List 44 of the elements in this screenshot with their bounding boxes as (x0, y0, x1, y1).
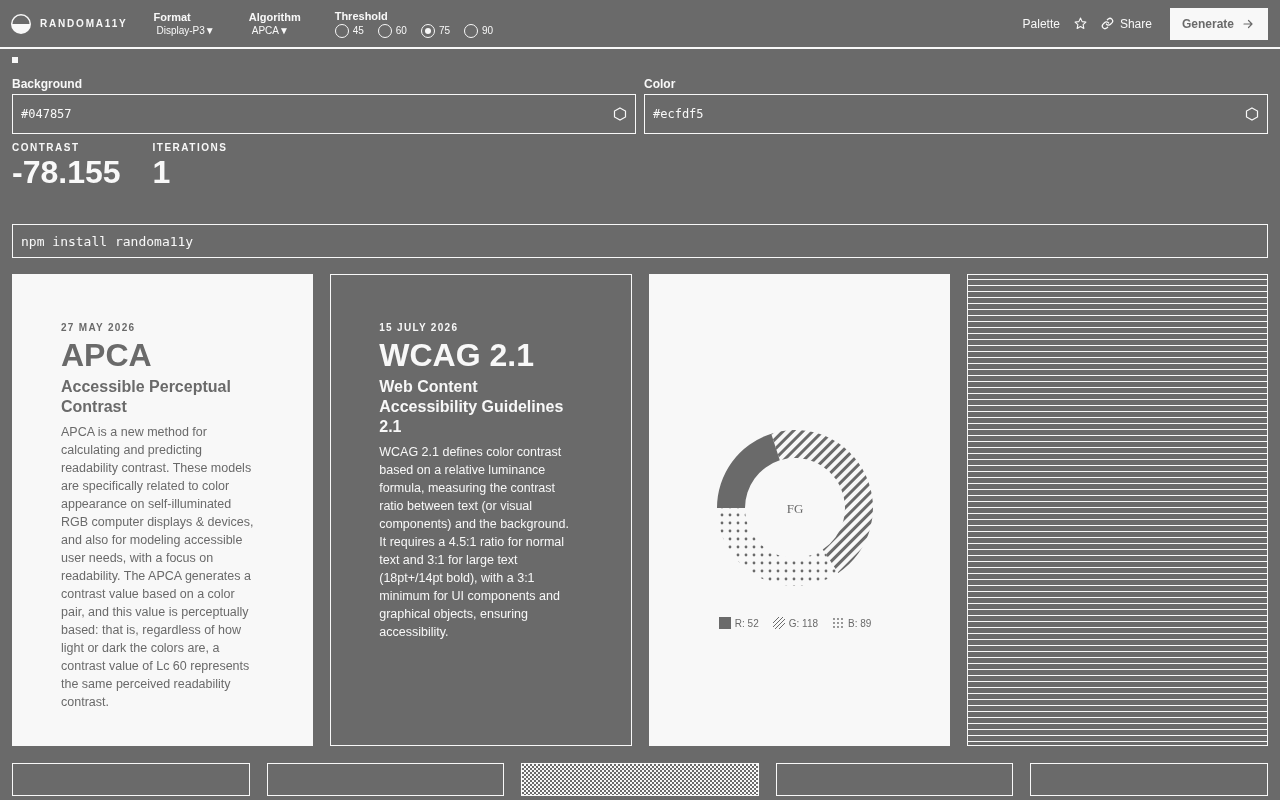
field-label: Color (644, 77, 677, 91)
card-body: APCA is a new method for calculating and predicting readability contrast. These models are specifically related to color appearance on self-illuminated RGB computer displays & devices, and also for modeling accessible user needs, with a focus on readability. The APCA generates a contrast value based on a color pair, and this value is perceptually based: that is, regardless of how light or dark the colors are, a contrast value of Lc 60 represents the same perceived readability contrast. (61, 424, 255, 711)
card-subtitle: Web Content Accessibility Guidelines 2.1 (379, 377, 565, 437)
arrow-right-icon (1242, 17, 1254, 30)
hexagon-icon[interactable] (613, 107, 627, 121)
legend-label: R: 52 (734, 617, 759, 629)
center-label: FG (786, 501, 804, 516)
card-title: WCAG 2.1 (379, 336, 535, 375)
card-subtitle: Accessible Perceptual Contrast (61, 377, 232, 417)
legend-swatch-icon (718, 617, 731, 629)
stat-value: 1 (152, 153, 172, 191)
dropdown[interactable]: APCA▼ (248, 25, 301, 36)
radio-label[interactable]: 45 (352, 25, 364, 36)
card-title: APCA (61, 336, 153, 375)
select-label: Algorithm (248, 11, 301, 23)
hatch-swatch-icon (772, 617, 785, 629)
card-date: 27 MAY 2026 (61, 322, 137, 333)
radio-label[interactable]: 60 (395, 25, 407, 36)
stat-label: ITERATIONS (152, 142, 228, 153)
stat-label: CONTRAST (12, 142, 81, 153)
dots-swatch-icon (832, 617, 845, 629)
field-label: Background (12, 77, 83, 91)
stat-value: -78.155 (12, 153, 121, 191)
palette-link[interactable]: Palette (1022, 16, 1060, 31)
install-command-field[interactable]: npm install randoma11y (12, 224, 1268, 258)
hexagon-icon[interactable] (1245, 107, 1259, 121)
color-input-field[interactable]: #047857 (12, 94, 636, 134)
legend-label: B: 89 (848, 617, 872, 629)
legend-label: G: 118 (788, 617, 819, 629)
share-link[interactable]: Share (1119, 16, 1152, 31)
dropdown[interactable]: Display-P3▼ (153, 25, 215, 36)
brand-name: RANDOMA11Y (40, 18, 128, 29)
threshold-label: Threshold (334, 9, 389, 22)
color-input-field[interactable]: #ecfdf5 (644, 94, 1268, 134)
select-label: Format (153, 11, 192, 23)
star-icon[interactable] (1073, 17, 1087, 30)
radio-label[interactable]: 75 (438, 25, 451, 36)
card-date: 15 JULY 2026 (379, 322, 460, 333)
logo-icon (10, 12, 32, 35)
generate-button[interactable]: Generate (1169, 7, 1268, 40)
link-icon[interactable] (1100, 17, 1114, 30)
radio-label[interactable]: 90 (482, 25, 494, 36)
card-body: WCAG 2.1 defines color contrast based on a relative luminance formula, measuring the contrast ratio between text (or visual components) and the background. It requires a 4.5:1 ratio for normal text and 3:1 for large text (18pt+/14pt bold), with a 3:1 minimum for UI components and graphical objects, ensuring accessibility. (379, 444, 570, 641)
square-icon (12, 57, 18, 63)
